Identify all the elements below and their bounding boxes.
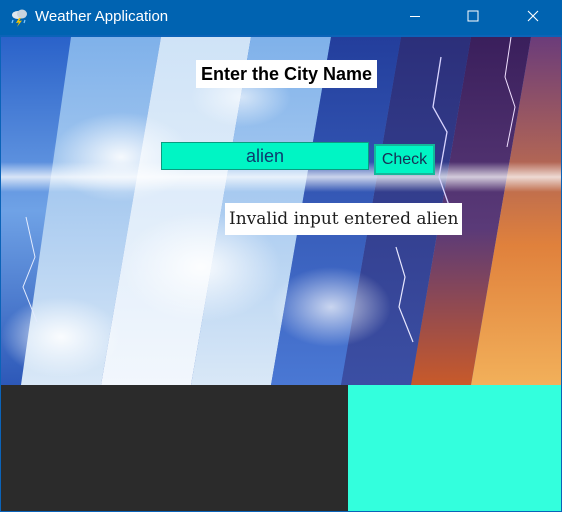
close-button[interactable]: [504, 0, 562, 35]
app-window: Weather Application Enter the City Name …: [0, 0, 562, 512]
minimize-icon: [409, 9, 421, 26]
bottom-panel-left: [1, 385, 348, 511]
window-title: Weather Application: [35, 8, 169, 25]
title-bar[interactable]: Weather Application: [0, 0, 562, 35]
close-icon: [527, 9, 539, 26]
client-area: Enter the City Name Check Invalid input …: [1, 37, 561, 511]
maximize-icon: [467, 9, 479, 26]
city-input[interactable]: [161, 142, 369, 170]
maximize-button[interactable]: [444, 0, 502, 35]
minimize-button[interactable]: [386, 0, 444, 35]
check-button[interactable]: Check: [374, 144, 435, 175]
result-message: Invalid input entered alien: [225, 203, 463, 235]
bottom-panel-right: [348, 385, 561, 511]
weather-storm-icon: [9, 7, 29, 27]
city-name-heading: Enter the City Name: [196, 60, 378, 88]
